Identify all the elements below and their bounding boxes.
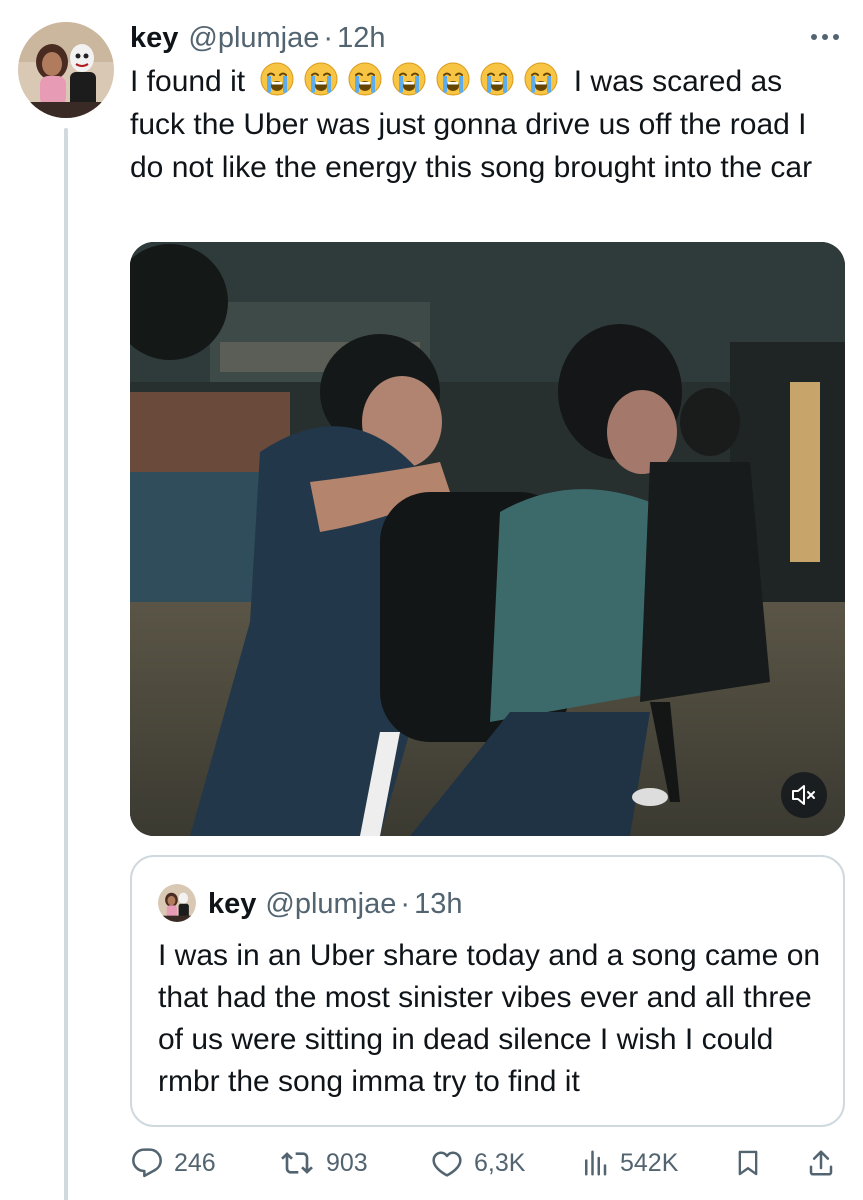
quoted-timestamp: 13h [414,887,463,920]
thread-line [64,128,68,1200]
bookmark-icon [738,1150,758,1176]
share-icon [809,1150,833,1176]
loudly-crying-face-icon [480,62,514,96]
quoted-header: key @plumjae · 13h [208,885,462,923]
quoted-avatar [158,884,196,922]
repost-count: 903 [326,1148,368,1177]
quoted-tweet[interactable]: key @plumjae · 13h I was in an Uber shar… [130,855,845,1127]
speaker-muted-icon [792,785,815,805]
action-bar: 246 903 6,3K 542K [130,1140,845,1186]
timestamp[interactable]: 12h [337,22,385,55]
quoted-separator-dot: · [400,887,411,920]
mute-toggle-button[interactable] [781,772,827,818]
more-options-icon[interactable] [807,22,843,52]
loudly-crying-face-icon [524,62,558,96]
tweet-text: I found it I was scared as fuck the Uber… [130,60,845,189]
view-count: 542K [620,1148,679,1177]
loudly-crying-face-icon [260,62,294,96]
loudly-crying-face-icon [436,62,470,96]
like-button[interactable]: 6,3K [430,1140,525,1186]
emoji-row [259,61,559,97]
views-button[interactable]: 542K [580,1140,678,1186]
quoted-author-name: key [208,887,257,920]
like-count: 6,3K [474,1148,526,1177]
loudly-crying-face-icon [348,62,382,96]
avatar[interactable] [18,22,114,118]
repost-icon [281,1152,313,1174]
tweet-header: key @plumjae · 12h [130,18,843,58]
analytics-icon [585,1150,607,1176]
heart-icon [432,1151,462,1177]
reply-count: 246 [174,1148,216,1177]
video-frame [130,242,845,836]
video-player[interactable] [130,242,845,836]
quoted-author-handle: @plumjae [265,887,397,920]
repost-button[interactable]: 903 [278,1140,368,1186]
share-button[interactable] [806,1140,836,1186]
loudly-crying-face-icon [392,62,426,96]
reply-icon [132,1148,162,1178]
quoted-text: I was in an Uber share today and a song … [158,939,821,1098]
reply-button[interactable]: 246 [130,1140,216,1186]
loudly-crying-face-icon [304,62,338,96]
tweet-text-start: I found it [130,65,246,98]
author-handle[interactable]: @plumjae [188,22,319,55]
separator-dot: · [323,21,334,54]
author-name[interactable]: key [130,22,178,55]
bookmark-button[interactable] [734,1140,762,1186]
